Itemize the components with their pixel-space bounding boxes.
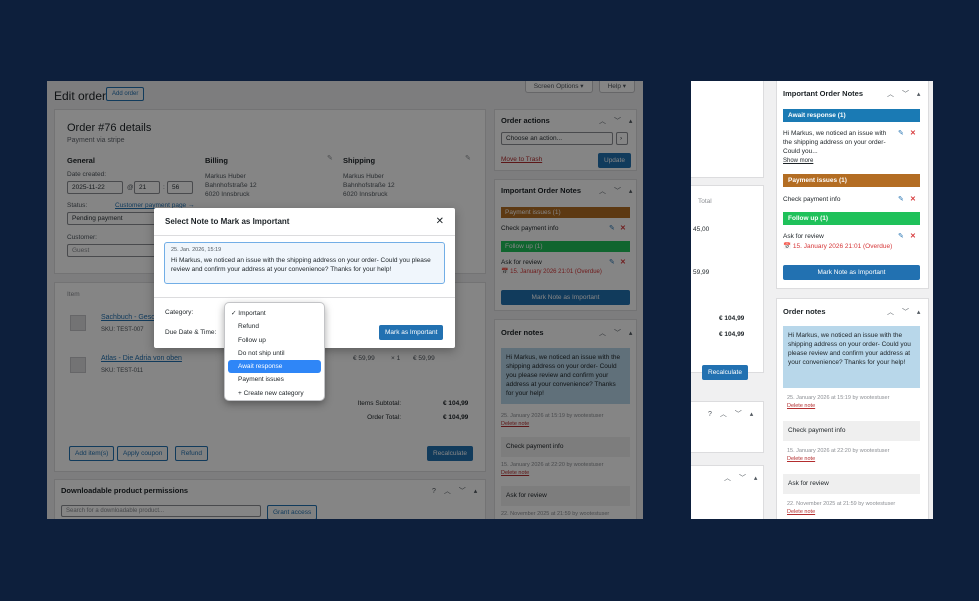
- important-note-text: Check payment info: [783, 196, 841, 203]
- modal-divider: [154, 297, 455, 298]
- await-response-band: Await response (1): [783, 109, 920, 122]
- order-notes-box: Order notes ︿ ﹀ ▴ Hi Markus, we noticed …: [776, 298, 929, 519]
- panel-controls[interactable]: ︿ ﹀ ▴: [724, 473, 760, 483]
- right-window: Total 45,00 59,99 € 104,99 € 104,99 Reca…: [691, 81, 933, 519]
- category-option[interactable]: Refund: [228, 320, 321, 333]
- important-notes-box: Important Order Notes ︿ ﹀ ▴ Await respon…: [776, 81, 929, 289]
- selected-note[interactable]: 25. Jan. 2026, 15:19 Hi Markus, we notic…: [164, 242, 445, 284]
- order-note-card: Hi Markus, we noticed an issue with the …: [783, 326, 920, 388]
- edit-pencil-icon[interactable]: ✎: [898, 232, 904, 240]
- order-note-card: Check payment info: [783, 421, 920, 441]
- due-date-label: Due Date & Time:: [165, 329, 217, 336]
- downloads-partial: ? ︿ ﹀ ▴: [691, 401, 764, 453]
- order-notes-title: Order notes: [783, 307, 826, 316]
- note-text: Hi Markus, we noticed an issue with the …: [171, 257, 431, 273]
- modal-title: Select Note to Mark as Important: [165, 217, 290, 226]
- close-icon[interactable]: ✕: [436, 216, 444, 227]
- category-option[interactable]: Payment issues: [228, 373, 321, 386]
- delete-note-link[interactable]: Delete note: [787, 509, 815, 515]
- recalculate-button[interactable]: Recalculate: [702, 365, 748, 380]
- category-label: Category:: [165, 309, 194, 316]
- note-meta: 22. November 2025 at 21:59 by wootestuse…: [787, 501, 896, 507]
- box-controls[interactable]: ︿ ﹀ ▴: [887, 307, 923, 317]
- order-total-value: € 104,99: [719, 331, 745, 338]
- total-column-header: Total: [698, 198, 712, 205]
- modal-divider: [154, 235, 455, 236]
- mark-note-important-button[interactable]: Mark Note as Important: [783, 265, 920, 280]
- custom-fields-partial: ︿ ﹀ ▴: [691, 465, 764, 519]
- order-details-partial: [691, 81, 764, 178]
- note-meta: 15. January 2026 at 22:20 by wootestuser: [787, 448, 890, 454]
- important-note-text: Ask for review: [783, 233, 824, 240]
- edit-pencil-icon[interactable]: ✎: [898, 129, 904, 137]
- remove-x-icon[interactable]: ✕: [910, 129, 916, 137]
- subtotal-value: € 104,99: [719, 315, 745, 322]
- order-note-card: Ask for review: [783, 474, 920, 494]
- remove-x-icon[interactable]: ✕: [910, 195, 916, 203]
- remove-x-icon[interactable]: ✕: [910, 232, 916, 240]
- payment-issues-band: Payment issues (1): [783, 174, 920, 187]
- category-option-selected[interactable]: Await response: [228, 360, 321, 374]
- panel-controls[interactable]: ? ︿ ﹀ ▴: [708, 409, 756, 419]
- important-note-text: Hi Markus, we noticed an issue with the …: [783, 130, 887, 155]
- category-dropdown[interactable]: ✓ Important Refund Follow up Do not ship…: [224, 302, 325, 401]
- category-option[interactable]: ✓ Important: [228, 307, 321, 320]
- follow-up-band: Follow up (1): [783, 212, 920, 225]
- create-category-option[interactable]: + Create new category: [228, 387, 321, 400]
- note-meta: 25. January 2026 at 15:19 by wootestuser: [787, 395, 890, 401]
- category-option[interactable]: Do not ship until: [228, 347, 321, 360]
- mark-as-important-button[interactable]: Mark as Important: [379, 325, 444, 340]
- box-controls[interactable]: ︿ ﹀ ▴: [887, 89, 923, 99]
- item-total: 59,99: [693, 269, 710, 276]
- delete-note-link[interactable]: Delete note: [787, 456, 815, 462]
- overdue-date: 📅 15. January 2026 21:01 (Overdue): [783, 243, 893, 250]
- note-date: 25. Jan. 2026, 15:19: [171, 247, 222, 253]
- show-more-link[interactable]: Show more: [783, 157, 813, 166]
- important-notes-title: Important Order Notes: [783, 89, 864, 98]
- order-items-partial: Total 45,00 59,99 € 104,99 € 104,99: [691, 185, 764, 373]
- category-option[interactable]: Follow up: [228, 334, 321, 347]
- item-total: 45,00: [693, 226, 710, 233]
- edit-pencil-icon[interactable]: ✎: [898, 195, 904, 203]
- delete-note-link[interactable]: Delete note: [787, 403, 815, 409]
